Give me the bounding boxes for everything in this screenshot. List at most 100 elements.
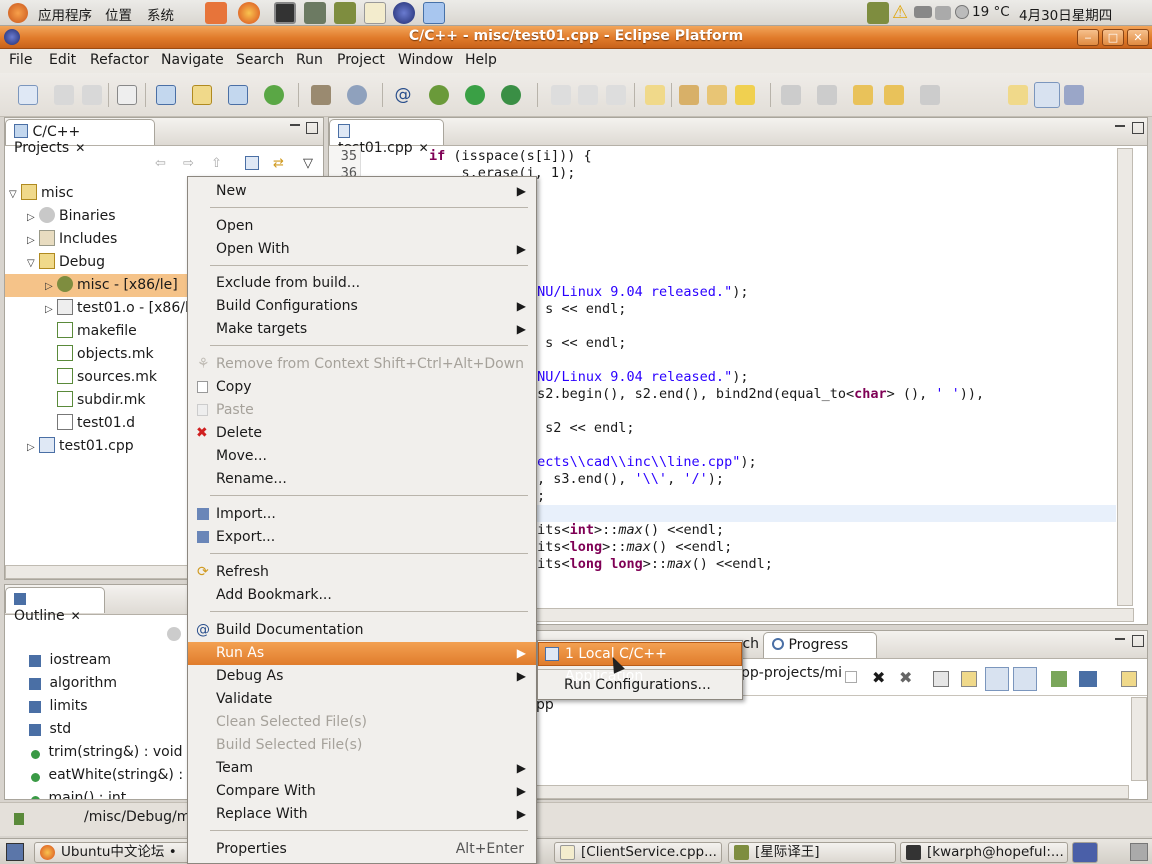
applications-menu[interactable]: 应用程序 bbox=[38, 4, 92, 24]
terminal-launcher-icon[interactable] bbox=[274, 2, 296, 24]
menu-edit[interactable]: Edit bbox=[49, 52, 76, 68]
volume-tray-icon[interactable] bbox=[935, 6, 951, 20]
list-item[interactable]: trim(string&) : void bbox=[29, 741, 183, 764]
list-item[interactable]: std bbox=[29, 718, 71, 741]
binary-icon[interactable] bbox=[117, 85, 137, 105]
system-menu[interactable]: 系统 bbox=[147, 4, 174, 24]
show-desktop-icon[interactable] bbox=[6, 843, 24, 861]
close-icon[interactable]: ✕ bbox=[71, 609, 81, 623]
menu-item-copy[interactable]: Copy bbox=[188, 376, 536, 399]
show-on-error-icon[interactable] bbox=[1013, 667, 1037, 691]
menu-project[interactable]: Project bbox=[337, 52, 385, 68]
menu-item-build-selected[interactable]: Build Selected File(s) bbox=[188, 734, 536, 757]
tree-item[interactable]: ▽ Debug bbox=[27, 251, 105, 274]
list-item[interactable]: iostream bbox=[29, 649, 111, 672]
external-tools-icon[interactable] bbox=[501, 85, 521, 105]
tree-item[interactable]: objects.mk bbox=[57, 343, 154, 366]
tab-outline[interactable]: Outline ✕ bbox=[5, 587, 105, 624]
window-titlebar[interactable]: C/C++ - misc/test01.cpp - Eclipse Platfo… bbox=[0, 26, 1152, 49]
tree-item[interactable]: subdir.mk bbox=[57, 389, 146, 412]
collapse-toggle-icon[interactable]: ▽ bbox=[9, 183, 21, 206]
close-window-button[interactable]: ✕ bbox=[1127, 29, 1149, 46]
menu-refactor[interactable]: Refactor bbox=[90, 52, 149, 68]
last-edit-icon[interactable] bbox=[853, 85, 873, 105]
menu-item-remove-from-context[interactable]: ⚘ Remove from Context Shift+Ctrl+Alt+Down bbox=[188, 353, 536, 376]
link-editor-icon[interactable]: ⇄ bbox=[273, 156, 284, 171]
view-menu-icon[interactable]: ▽ bbox=[303, 156, 313, 171]
ubuntu-logo-icon[interactable] bbox=[8, 3, 28, 23]
taskbar-item-eclipse[interactable] bbox=[1072, 842, 1098, 863]
menu-item-properties[interactable]: Properties Alt+Enter bbox=[188, 838, 536, 861]
tree-item[interactable]: ▷ Binaries bbox=[27, 205, 116, 228]
tree-item[interactable]: test01.d bbox=[57, 412, 135, 435]
remove-all-icon[interactable]: ✖ bbox=[899, 668, 912, 687]
minimize-view-icon[interactable] bbox=[1115, 638, 1125, 640]
menu-item-team[interactable]: Team ▶ bbox=[188, 757, 536, 780]
build-settings-icon[interactable] bbox=[347, 85, 367, 105]
forward-arrow-icon[interactable] bbox=[920, 85, 940, 105]
menu-item-exclude-from-build[interactable]: Exclude from build... bbox=[188, 272, 536, 295]
scroll-lock-icon[interactable] bbox=[961, 671, 977, 687]
menu-item-validate[interactable]: Validate bbox=[188, 688, 536, 711]
menu-item-build-documentation[interactable]: @ Build Documentation bbox=[188, 619, 536, 642]
new-source-icon[interactable] bbox=[264, 85, 284, 105]
printer-tray-icon[interactable] bbox=[914, 6, 932, 18]
back-arrow-icon[interactable] bbox=[884, 85, 904, 105]
files-launcher-icon[interactable] bbox=[205, 2, 227, 24]
menu-search[interactable]: Search bbox=[236, 52, 284, 68]
new-icon[interactable] bbox=[18, 85, 38, 105]
up-icon[interactable]: ⇧ bbox=[211, 156, 222, 171]
print-icon[interactable] bbox=[82, 85, 102, 105]
tab-progress[interactable]: Progress bbox=[763, 632, 877, 658]
menu-item-export[interactable]: Export... bbox=[188, 526, 536, 549]
menu-item-run-configurations[interactable]: Run Configurations... bbox=[564, 677, 711, 693]
list-item[interactable]: main() : int bbox=[29, 787, 126, 799]
open-type-icon[interactable] bbox=[645, 85, 665, 105]
firefox-launcher-icon[interactable] bbox=[238, 2, 260, 24]
taskbar-item-stardict[interactable]: [星际译王] bbox=[728, 842, 896, 863]
menu-item-import[interactable]: Import... bbox=[188, 503, 536, 526]
dictionary-launcher-icon[interactable] bbox=[334, 2, 356, 24]
list-item[interactable]: eatWhite(string&) : v bbox=[29, 764, 196, 787]
expand-toggle-icon[interactable]: ▷ bbox=[45, 298, 57, 321]
tree-item[interactable]: ▷ test01.o - [x86/l bbox=[45, 297, 189, 320]
new-class-icon[interactable] bbox=[228, 85, 248, 105]
trash-icon[interactable] bbox=[1130, 843, 1148, 861]
maximize-view-icon[interactable] bbox=[1132, 635, 1144, 647]
at-icon[interactable]: @ bbox=[393, 85, 413, 105]
menu-item-new[interactable]: New ▶ bbox=[188, 180, 536, 203]
maximize-window-button[interactable]: □ bbox=[1102, 29, 1124, 46]
menu-item-compare-with[interactable]: Compare With ▶ bbox=[188, 780, 536, 803]
tree-item[interactable]: makefile bbox=[57, 320, 137, 343]
vertical-scrollbar[interactable] bbox=[1117, 148, 1133, 606]
debug-bug-icon[interactable] bbox=[429, 85, 449, 105]
menu-item-paste[interactable]: Paste bbox=[188, 399, 536, 422]
paragraph-icon[interactable] bbox=[578, 85, 598, 105]
menu-run[interactable]: Run bbox=[296, 52, 323, 68]
menu-item-move[interactable]: Move... bbox=[188, 445, 536, 468]
collapse-toggle-icon[interactable]: ▽ bbox=[27, 252, 39, 275]
taskbar-item-terminal[interactable]: [kwarph@hopeful:... bbox=[900, 842, 1068, 863]
terminate-icon[interactable] bbox=[845, 671, 857, 683]
save-icon[interactable] bbox=[54, 85, 74, 105]
clear-console-icon[interactable] bbox=[933, 671, 949, 687]
tree-item[interactable]: ▽ misc bbox=[9, 182, 74, 205]
stardict-tray-icon[interactable] bbox=[867, 2, 889, 24]
menu-item-local-cpp-application[interactable]: 1 Local C/C++ Application bbox=[538, 642, 742, 684]
minimize-window-button[interactable]: ‒ bbox=[1077, 29, 1099, 46]
back-icon[interactable]: ⇦ bbox=[155, 156, 166, 171]
minimize-editor-icon[interactable] bbox=[1115, 125, 1125, 127]
menu-item-open-with[interactable]: Open With ▶ bbox=[188, 238, 536, 261]
open-element-icon[interactable] bbox=[679, 85, 699, 105]
tab-test01-cpp[interactable]: test01.cpp ✕ bbox=[329, 119, 444, 156]
menu-item-debug-as[interactable]: Debug As ▶ bbox=[188, 665, 536, 688]
highlight-icon[interactable] bbox=[735, 85, 755, 105]
weather-temperature[interactable]: 19 °C bbox=[972, 4, 1010, 20]
show-whitespace-icon[interactable] bbox=[606, 85, 626, 105]
menu-item-delete[interactable]: ✖ Delete bbox=[188, 422, 536, 445]
virtualbox-launcher-icon[interactable] bbox=[423, 2, 445, 24]
run-icon[interactable] bbox=[465, 85, 485, 105]
expand-toggle-icon[interactable]: ▷ bbox=[27, 436, 39, 459]
search-open-icon[interactable] bbox=[707, 85, 727, 105]
open-console-icon[interactable] bbox=[1121, 671, 1137, 687]
